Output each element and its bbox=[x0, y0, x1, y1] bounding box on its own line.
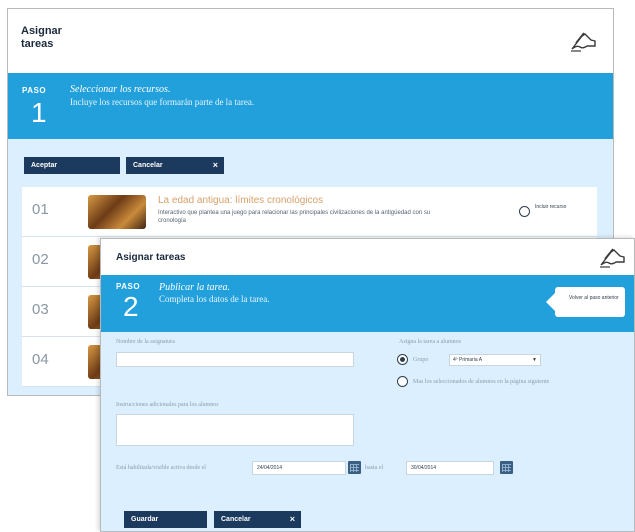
back-label: Volver al paso anterior bbox=[569, 295, 619, 301]
close-icon: × bbox=[212, 160, 218, 170]
row-number: 01 bbox=[32, 201, 49, 218]
step-number: 1 bbox=[31, 97, 47, 128]
step-number: 2 bbox=[123, 291, 139, 322]
step-title: Seleccionar los recursos. bbox=[70, 84, 171, 95]
save-label: Guardar bbox=[131, 516, 159, 523]
close-icon: × bbox=[289, 514, 295, 524]
resource-row[interactable]: 01 La edad antigua: límites cronológicos… bbox=[22, 187, 597, 237]
back-to-previous-step-button[interactable]: Volver al paso anterior bbox=[546, 287, 625, 317]
group-radio[interactable] bbox=[397, 354, 408, 365]
row-number: 03 bbox=[32, 301, 49, 318]
resource-thumbnail bbox=[88, 195, 146, 229]
select-students-radio[interactable] bbox=[397, 376, 408, 387]
subject-name-label: Nombre de la asignatura bbox=[116, 339, 175, 345]
group-label: Grupo bbox=[413, 357, 429, 363]
step-title: Publicar la tarea. bbox=[159, 282, 231, 293]
group-select[interactable]: 4º Primaria A ▼ bbox=[449, 354, 541, 366]
panel-title: Asignar tareas bbox=[116, 252, 186, 263]
assign-to-label: Asigna la tarea a alumnos bbox=[399, 339, 461, 345]
select-students-label: Mas los seleccionados de alumnos en la p… bbox=[413, 379, 550, 385]
step-banner: PASO 1 Seleccionar los recursos. Incluye… bbox=[8, 73, 613, 139]
cancel-button[interactable]: Cancelar × bbox=[214, 511, 301, 528]
until-label: hasta el bbox=[365, 465, 384, 471]
signature-pen-icon bbox=[571, 32, 596, 52]
date-from-field[interactable]: 24/04/2014 bbox=[252, 461, 346, 475]
step-label: PASO bbox=[22, 86, 47, 95]
resource-title[interactable]: La edad antigua: límites cronológicos bbox=[158, 195, 323, 206]
step-banner: PASO 2 Publicar la tarea. Completa los d… bbox=[101, 275, 634, 332]
group-select-value: 4º Primaria A bbox=[453, 357, 483, 363]
chevron-down-icon: ▼ bbox=[532, 357, 537, 363]
date-to-field[interactable]: 30/04/2014 bbox=[406, 461, 494, 475]
panel-header: Asignar tareas bbox=[101, 239, 634, 275]
subject-name-field[interactable] bbox=[116, 352, 354, 367]
instructions-textarea[interactable] bbox=[116, 414, 354, 446]
step-label: PASO bbox=[116, 282, 141, 291]
cancel-button[interactable]: Cancelar × bbox=[126, 157, 224, 174]
step-description: Incluye los recursos que formarán parte … bbox=[70, 97, 255, 107]
accept-button[interactable]: Aceptar bbox=[24, 157, 120, 174]
step2-panel: Asignar tareas PASO 2 Publicar la tarea.… bbox=[100, 238, 635, 532]
cancel-label: Cancelar bbox=[133, 162, 163, 169]
signature-pen-icon bbox=[600, 248, 625, 268]
resource-description: Interactivo que plantea una juego para r… bbox=[158, 210, 431, 224]
include-resource-radio[interactable] bbox=[519, 206, 530, 217]
date-from-value: 24/04/2014 bbox=[257, 465, 283, 471]
include-resource-label: Incluir recurso bbox=[535, 204, 567, 210]
save-button[interactable]: Guardar bbox=[124, 511, 207, 528]
date-to-value: 30/04/2014 bbox=[411, 465, 437, 471]
row-number: 02 bbox=[32, 251, 49, 268]
active-from-label: Está habilitada/visible activa desde el bbox=[116, 465, 206, 471]
calendar-icon[interactable] bbox=[500, 461, 513, 474]
calendar-icon[interactable] bbox=[348, 461, 361, 474]
step-description: Completa los datos de la tarea. bbox=[159, 294, 270, 304]
cancel-label: Cancelar bbox=[221, 516, 251, 523]
panel-header: Asignar tareas bbox=[8, 9, 613, 73]
instructions-label: Instrucciones adicionales para los alumn… bbox=[116, 402, 219, 408]
row-number: 04 bbox=[32, 351, 49, 368]
accept-label: Aceptar bbox=[31, 162, 58, 169]
panel-title: Asignar tareas bbox=[21, 25, 62, 50]
